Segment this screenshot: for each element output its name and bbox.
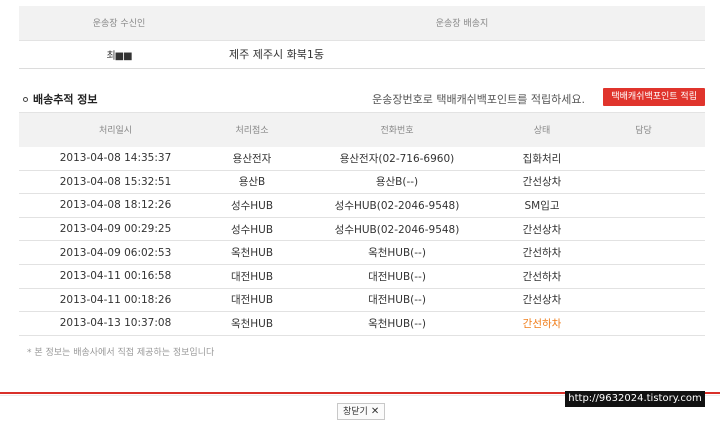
row-phone: 옥천HUB(--) [292, 240, 502, 265]
row-staff [582, 193, 705, 218]
row-status: 간선하차 [502, 240, 582, 265]
table-row: 2013-04-13 10:37:08 옥천HUB 옥천HUB(--) 간선하차 [19, 311, 705, 336]
table-row: 2013-04-09 00:29:25 성수HUB 성수HUB(02-2046-… [19, 217, 705, 242]
row-status: 간선상차 [502, 288, 582, 313]
col-staff: 담당 [582, 112, 705, 147]
row-staff [582, 146, 705, 171]
table-row: 2013-04-08 18:12:26 성수HUB 성수HUB(02-2046-… [19, 193, 705, 218]
row-place: 대전HUB [212, 288, 292, 313]
tracking-header-row: 처리일시 처리점소 전화번호 상태 담당 [19, 112, 705, 147]
row-place: 옥천HUB [212, 240, 292, 265]
row-phone: 용산전자(02-716-6960) [292, 146, 502, 171]
table-row: 2013-04-11 00:18:26 대전HUB 대전HUB(--) 간선상차 [19, 288, 705, 313]
close-window-button[interactable]: 창닫기 ✕ [337, 403, 386, 420]
row-datetime: 2013-04-08 18:12:26 [19, 193, 212, 218]
row-staff [582, 288, 705, 313]
row-place: 성수HUB [212, 193, 292, 218]
row-status: 간선하차 [502, 311, 582, 336]
section-title-text: 배송추적 정보 [33, 93, 98, 106]
close-icon: ✕ [370, 406, 380, 417]
row-phone: 용산B(--) [292, 170, 502, 195]
row-place: 옥천HUB [212, 311, 292, 336]
col-phone: 전화번호 [292, 112, 502, 147]
row-staff [582, 240, 705, 265]
tracking-table: 처리일시 처리점소 전화번호 상태 담당 2013-04-08 14:35:37… [19, 112, 705, 336]
row-datetime: 2013-04-11 00:16:58 [19, 264, 212, 289]
cashback-note: 운송장번호로 택배캐쉬백포인트를 적립하세요. [372, 93, 585, 106]
row-place: 대전HUB [212, 264, 292, 289]
row-status: 간선상차 [502, 217, 582, 242]
row-phone: 성수HUB(02-2046-9548) [292, 193, 502, 218]
tracking-popup: 운송장 수신인 운송장 배송지 최■■ 제주 제주시 화북1동 배송추적 정보 … [0, 0, 720, 422]
section-title: 배송추적 정보 [23, 91, 98, 107]
table-row: 2013-04-08 14:35:37 용산전자 용산전자(02-716-696… [19, 146, 705, 171]
row-phone: 옥천HUB(--) [292, 311, 502, 336]
receiver-row: 최■■ 제주 제주시 화북1동 [19, 40, 705, 69]
row-phone: 대전HUB(--) [292, 264, 502, 289]
row-datetime: 2013-04-08 14:35:37 [19, 146, 212, 171]
footnote: * 본 정보는 배송사에서 직접 제공하는 정보입니다 [27, 348, 215, 358]
col-datetime: 처리일시 [19, 112, 212, 147]
receiver-name: 최■■ [19, 40, 219, 69]
table-row: 2013-04-09 06:02:53 옥천HUB 옥천HUB(--) 간선하차 [19, 240, 705, 265]
table-row: 2013-04-11 00:16:58 대전HUB 대전HUB(--) 간선하차 [19, 264, 705, 289]
row-phone: 성수HUB(02-2046-9548) [292, 217, 502, 242]
row-datetime: 2013-04-13 10:37:08 [19, 311, 212, 336]
row-place: 성수HUB [212, 217, 292, 242]
bullet-icon [23, 96, 28, 102]
table-row: 2013-04-08 15:32:51 용산B 용산B(--) 간선상차 [19, 170, 705, 195]
col-place: 처리점소 [212, 112, 292, 147]
receiver-address: 제주 제주시 화북1동 [219, 40, 705, 69]
row-staff [582, 311, 705, 336]
col-receiver: 운송장 수신인 [19, 6, 219, 41]
receiver-table: 운송장 수신인 운송장 배송지 최■■ 제주 제주시 화북1동 [19, 6, 705, 69]
row-datetime: 2013-04-09 00:29:25 [19, 217, 212, 242]
cashback-button[interactable]: 택배캐쉬백포인트 적립 [603, 88, 705, 106]
row-datetime: 2013-04-09 06:02:53 [19, 240, 212, 265]
col-status: 상태 [502, 112, 582, 147]
row-staff [582, 264, 705, 289]
row-place: 용산전자 [212, 146, 292, 171]
tracking-header: 배송추적 정보 운송장번호로 택배캐쉬백포인트를 적립하세요. 택배캐쉬백포인트… [23, 88, 705, 110]
row-datetime: 2013-04-08 15:32:51 [19, 170, 212, 195]
close-window-label: 창닫기 [343, 407, 368, 417]
watermark: http://9632024.tistory.com [565, 391, 705, 407]
row-status: 간선상차 [502, 170, 582, 195]
row-staff [582, 217, 705, 242]
row-datetime: 2013-04-11 00:18:26 [19, 288, 212, 313]
row-status: 집화처리 [502, 146, 582, 171]
row-status: SM입고 [502, 193, 582, 218]
col-destination: 운송장 배송지 [219, 6, 705, 41]
row-phone: 대전HUB(--) [292, 288, 502, 313]
row-status: 간선하차 [502, 264, 582, 289]
row-staff [582, 170, 705, 195]
row-place: 용산B [212, 170, 292, 195]
